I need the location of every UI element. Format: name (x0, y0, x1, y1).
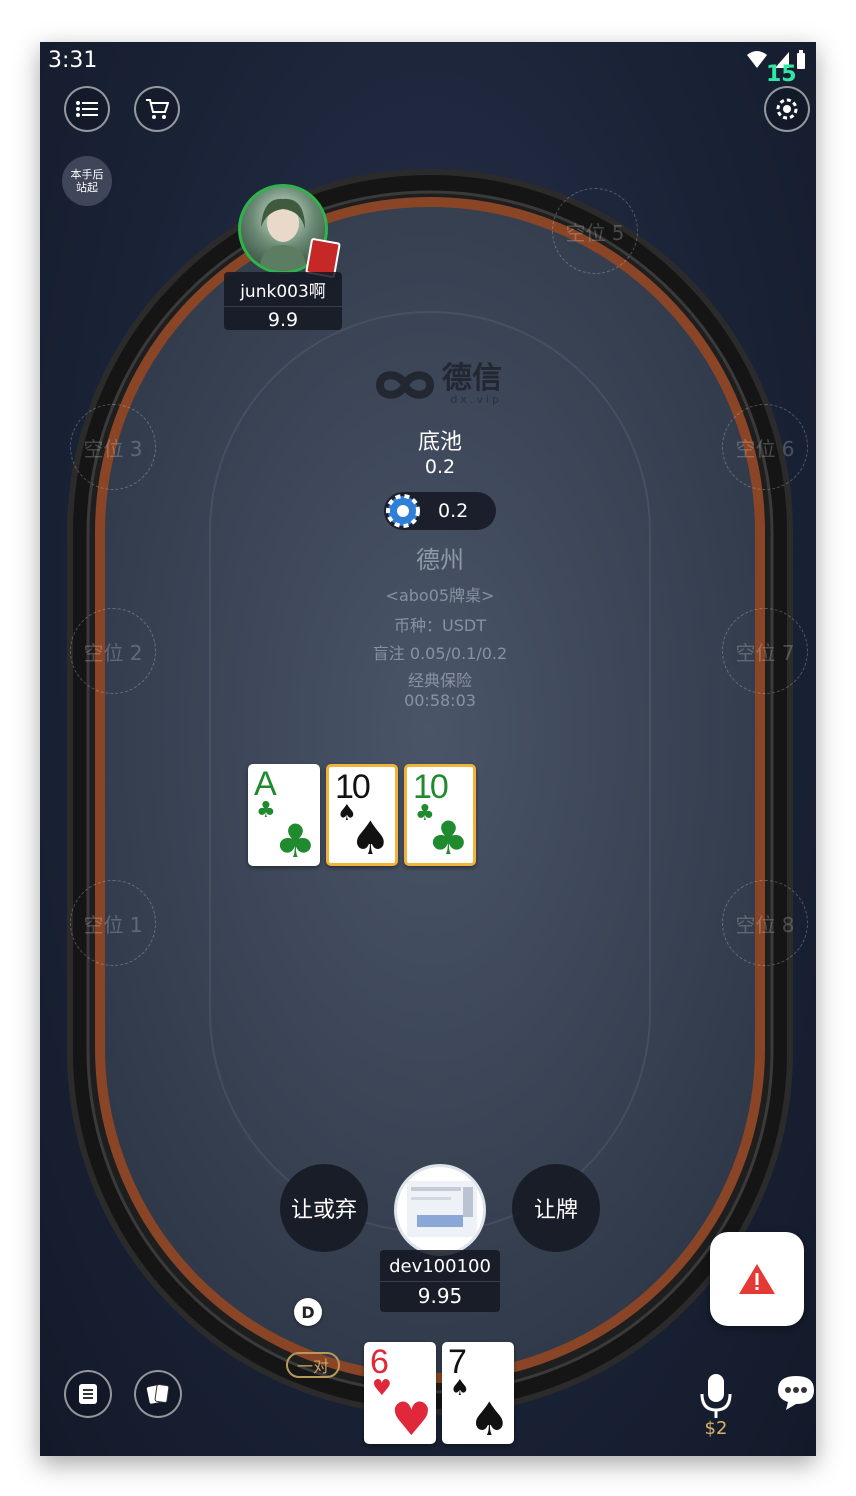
status-time: 3:31 (48, 48, 98, 73)
check-button[interactable]: 让牌 (512, 1164, 600, 1252)
seat-6[interactable]: 空位 6 (722, 404, 808, 490)
card-rank: 6 (370, 1343, 389, 1381)
pot-chip-amount: 0.2 (438, 500, 469, 522)
voice-button[interactable]: $2 (696, 1372, 736, 1439)
opponent-info: junk003啊 9.9 (224, 272, 342, 331)
history-button[interactable] (64, 1370, 112, 1418)
gear-icon (776, 98, 798, 120)
stand-up-button[interactable]: 本手后 站起 (62, 156, 112, 206)
hole-card: 6 ♥ ♥ (364, 1342, 436, 1444)
cart-icon (146, 99, 169, 119)
card-rank: 7 (448, 1343, 467, 1381)
hero-name: dev100100 (389, 1256, 491, 1277)
infinity-logo-icon (375, 370, 435, 399)
pot-value: 0.2 (424, 456, 456, 478)
list-icon (76, 101, 98, 117)
board-card: A ♣ ♣ (248, 764, 320, 866)
game-screen: 3:31 15 本手后 站起 空位 5 空位 3 空位 6 空位 2 空位 7 … (40, 42, 816, 1456)
card-suit-large-icon: ♠ (468, 1392, 510, 1446)
brand-logo: 德信 dx.vip (374, 364, 502, 405)
card-rank: 10 (335, 768, 371, 806)
card-rank: A (254, 765, 277, 803)
insurance-info: 经典保险 (407, 671, 472, 690)
warning-icon (739, 1264, 775, 1294)
seat-1[interactable]: 空位 1 (70, 880, 156, 966)
microphone-icon (700, 1374, 732, 1418)
table-name: <abo05牌桌> (385, 586, 495, 605)
seat-2[interactable]: 空位 2 (70, 608, 156, 694)
chip-icon (386, 494, 420, 528)
card-suit-small-icon: ♠ (450, 1376, 470, 1401)
chat-button[interactable] (776, 1374, 816, 1416)
seat-3[interactable]: 空位 3 (70, 404, 156, 490)
menu-button[interactable] (64, 86, 110, 132)
hero-info: dev100100 9.95 (380, 1250, 500, 1312)
document-icon (79, 1384, 97, 1404)
brand-name: 德信 (442, 361, 502, 396)
shop-button[interactable] (134, 86, 180, 132)
table-timer: 00:58:03 (404, 691, 476, 710)
check-or-fold-button[interactable]: 让或弃 (280, 1164, 368, 1252)
cards-button[interactable] (134, 1370, 182, 1418)
settings-button[interactable] (764, 86, 810, 132)
card-suit-small-icon: ♥ (372, 1376, 392, 1401)
seat-5[interactable]: 空位 5 (552, 188, 638, 274)
pot-label: 底池 (417, 430, 462, 455)
chat-bubble-icon (778, 1376, 814, 1410)
wifi-icon (747, 51, 767, 68)
card-suit-large-icon: ♠ (349, 811, 391, 865)
hero-stack: 9.95 (380, 1281, 500, 1308)
seat-7[interactable]: 空位 7 (722, 608, 808, 694)
battery-icon (797, 50, 805, 69)
card-suit-large-icon: ♣ (427, 811, 469, 865)
hero-avatar[interactable] (394, 1164, 486, 1256)
card-suit-large-icon: ♣ (274, 814, 316, 868)
card-suit-small-icon: ♣ (256, 798, 276, 823)
game-type: 德州 (416, 546, 464, 574)
avatar-screenshot (407, 1181, 477, 1237)
brand-domain: dx.vip (450, 393, 502, 406)
hand-rank-badge: 一对 (286, 1352, 340, 1378)
card-rank: 10 (413, 768, 449, 806)
currency-info: 币种：USDT (394, 616, 486, 635)
voice-cost: $2 (704, 1418, 728, 1439)
opponent-stack: 9.9 (224, 306, 342, 331)
seat-8[interactable]: 空位 8 (722, 880, 808, 966)
blinds-info: 盲注 0.05/0.1/0.2 (372, 644, 508, 663)
board-card: 10 ♣ ♣ (404, 764, 476, 866)
dealer-button: D (294, 1298, 322, 1326)
hole-card: 7 ♠ ♠ (442, 1342, 514, 1444)
battery-level: 15 (766, 62, 797, 87)
opponent-name: junk003啊 (240, 282, 326, 302)
board-card: 10 ♠ ♠ (326, 764, 398, 866)
report-button[interactable] (710, 1232, 804, 1326)
card-suit-large-icon: ♥ (390, 1392, 432, 1446)
cards-icon (146, 1384, 170, 1404)
pot-chip-pill: 0.2 (384, 492, 496, 530)
